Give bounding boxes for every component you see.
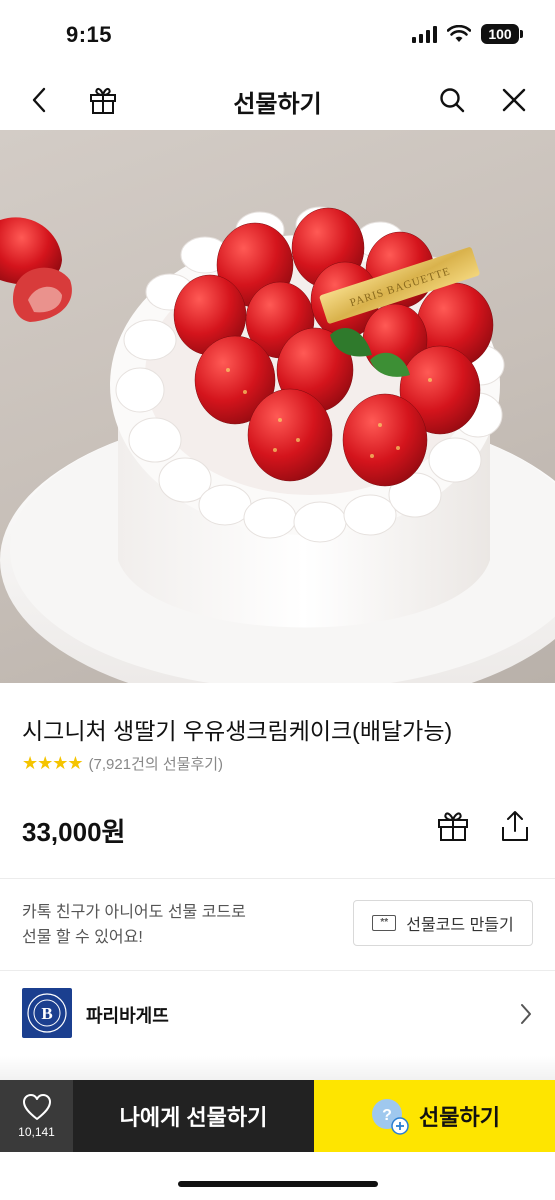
ticket-icon: ** <box>372 915 397 931</box>
search-icon <box>440 88 465 113</box>
brand-row[interactable]: B 파리바게뜨 <box>0 972 555 1056</box>
product-image[interactable]: PARIS BAGUETTE <box>0 130 555 683</box>
brand-logo-letter: B <box>41 1004 52 1023</box>
gift-code-line1: 카톡 친구가 아니어도 선물 코드로 <box>22 904 246 921</box>
gift-to-self-button[interactable]: 나에게 선물하기 <box>73 1080 314 1152</box>
status-icons: 100 <box>412 24 523 44</box>
share-icon <box>502 811 528 841</box>
rating-row[interactable]: ★★★★ (7,921건의 선물후기) <box>22 753 223 774</box>
gift-wrap-button[interactable] <box>433 806 473 846</box>
paris-baguette-logo: B <box>27 993 67 1033</box>
create-gift-code-button[interactable]: ** 선물코드 만들기 <box>353 900 533 946</box>
cellular-signal-icon <box>412 25 437 43</box>
send-gift-button[interactable]: ? 선물하기 <box>314 1080 555 1152</box>
heart-icon <box>22 1094 51 1120</box>
share-button[interactable] <box>495 806 535 846</box>
friend-add-icon: ? <box>369 1096 409 1136</box>
divider <box>0 878 555 879</box>
send-gift-label: 선물하기 <box>419 1105 500 1130</box>
rating-stars: ★★★★ <box>22 753 84 773</box>
close-button[interactable] <box>494 80 534 120</box>
gift-icon <box>438 812 468 841</box>
chevron-right-icon <box>521 1004 531 1024</box>
wishlist-count: 10,141 <box>18 1125 55 1139</box>
bottom-action-bar: 10,141 나에게 선물하기 ? 선물하기 <box>0 1080 555 1152</box>
product-title: 시그니처 생딸기 우유생크림케이크(배달가능) <box>22 718 453 744</box>
nav-bar: 선물하기 <box>0 70 555 130</box>
status-time: 9:15 <box>66 22 113 47</box>
home-indicator-area <box>0 1152 555 1200</box>
wifi-icon <box>447 25 471 42</box>
search-button[interactable] <box>432 80 472 120</box>
divider <box>0 970 555 971</box>
create-gift-code-label: 선물코드 만들기 <box>406 917 514 934</box>
review-count[interactable]: (7,921건의 선물후기) <box>89 753 224 774</box>
battery-icon: 100 <box>481 24 523 44</box>
wishlist-button[interactable]: 10,141 <box>0 1080 73 1152</box>
brand-logo: B <box>22 988 72 1038</box>
product-price: 33,000원 <box>22 817 126 847</box>
close-icon <box>502 88 526 112</box>
status-bar: 9:15 100 <box>0 0 555 70</box>
gift-code-description: 카톡 친구가 아니어도 선물 코드로 선물 할 수 있어요! <box>22 900 246 950</box>
cake-illustration: PARIS BAGUETTE <box>0 206 555 683</box>
gift-code-line2: 선물 할 수 있어요! <box>22 929 143 946</box>
brand-name: 파리바게뜨 <box>86 1006 169 1026</box>
content-fade <box>0 1056 555 1080</box>
svg-text:?: ? <box>382 1107 392 1124</box>
home-indicator[interactable] <box>178 1181 378 1187</box>
